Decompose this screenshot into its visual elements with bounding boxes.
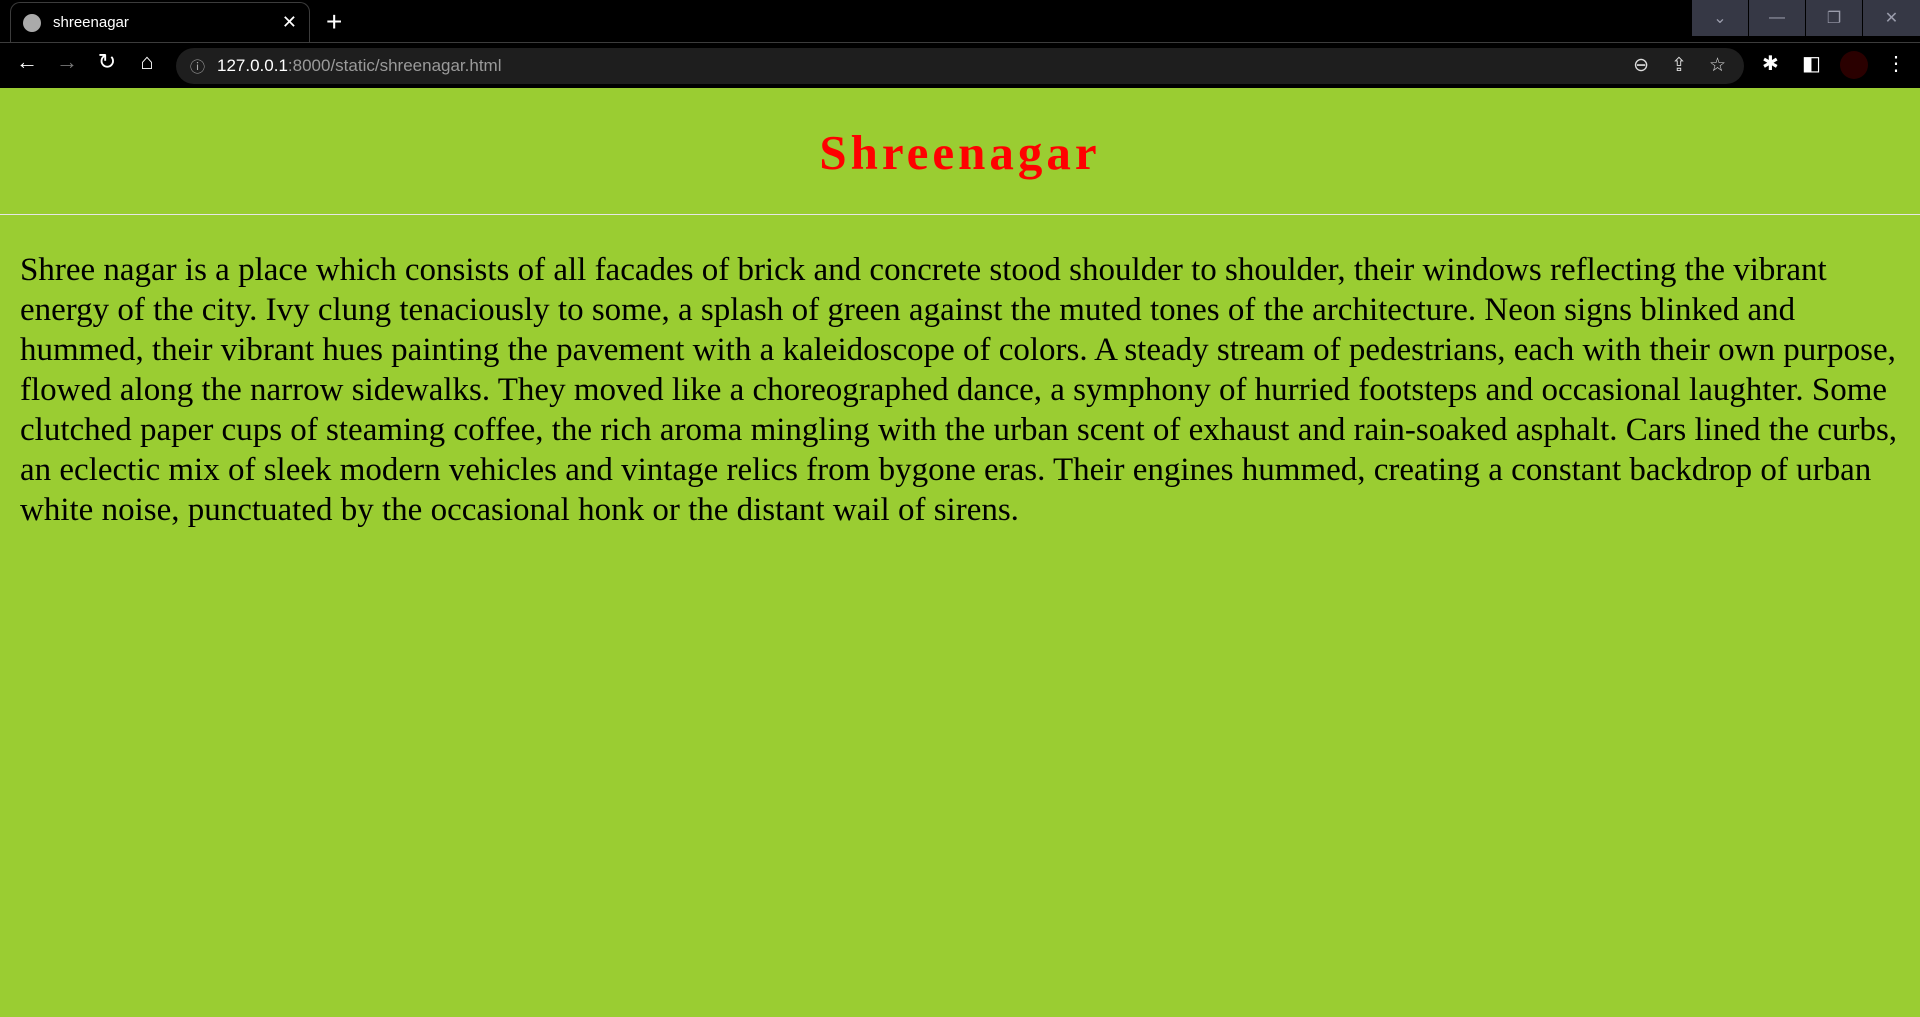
page-title: Shreenagar [819,125,1101,180]
url-host: 127.0.0.1 [217,56,288,75]
forward-icon[interactable]: → [52,49,82,75]
menu-icon[interactable]: ⋮ [1886,51,1906,76]
browser-tab[interactable]: shreenagar ✕ [10,2,310,42]
url-path: :8000/static/shreenagar.html [287,56,502,75]
star-icon[interactable]: ☆ [1709,54,1726,77]
close-window-button[interactable]: ✕ [1863,0,1920,36]
close-tab-icon[interactable]: ✕ [282,12,297,33]
tab-search-button[interactable]: ⌄ [1692,0,1748,36]
minimize-button[interactable]: — [1749,0,1805,36]
back-icon[interactable]: ← [12,49,42,75]
share-icon[interactable]: ⇪ [1671,54,1687,77]
side-panel-icon[interactable]: ◧ [1802,51,1821,76]
toolbar: ← → ↻ ⌂ ⓘ 127.0.0.1:8000/static/shreenag… [0,42,1920,88]
address-bar[interactable]: ⓘ 127.0.0.1:8000/static/shreenagar.html … [176,48,1744,84]
extensions-icon[interactable]: ✱ [1762,51,1779,76]
divider [0,214,1920,215]
zoom-out-icon[interactable]: ⊖ [1633,54,1649,77]
home-icon[interactable]: ⌂ [132,49,162,75]
tab-title: shreenagar [53,14,129,31]
browser-chrome: shreenagar ✕ + ⌄ — ❐ ✕ ← → ↻ ⌂ ⓘ 127.0.0… [0,0,1920,88]
restore-button[interactable]: ❐ [1806,0,1862,36]
globe-icon [23,13,41,32]
description-paragraph: Shree nagar is a place which consists of… [20,252,1898,528]
avatar[interactable] [1840,51,1868,79]
reload-icon[interactable]: ↻ [92,49,122,75]
info-icon[interactable]: ⓘ [190,56,205,77]
page-content: Shreenagar Shree nagar is a place which … [0,88,1920,1017]
new-tab-button[interactable]: + [326,6,342,38]
